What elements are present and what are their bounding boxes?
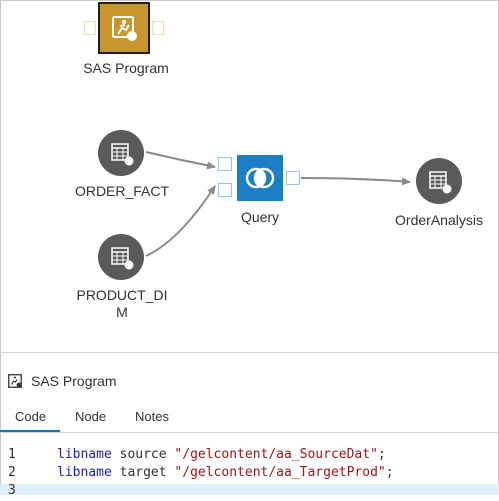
table-icon	[111, 143, 134, 166]
query-in-port-1[interactable]	[218, 157, 232, 171]
edge-order-fact-to-query	[145, 151, 216, 170]
program-icon	[8, 374, 22, 388]
table-icon	[111, 247, 134, 270]
panel-divider	[0, 352, 499, 353]
query-box[interactable]	[237, 155, 283, 201]
edge-query-to-order-analysis	[300, 177, 411, 186]
keyword-token: libname	[57, 447, 112, 462]
table-icon	[429, 171, 452, 194]
end-token: ;	[377, 447, 386, 462]
ident-token: target	[111, 465, 175, 480]
order-analysis-label: OrderAnalysis	[395, 212, 483, 228]
product-dim-label-line2: M	[116, 304, 128, 320]
order-analysis-node[interactable]	[416, 158, 462, 204]
product-dim-label-line1: PRODUCT_DI	[76, 287, 168, 303]
query-label: Query	[240, 209, 280, 225]
line-number: 2	[8, 465, 16, 480]
sas-program-in-port[interactable]	[84, 21, 96, 35]
sas-program-node[interactable]	[84, 1, 168, 55]
panel-title: SAS Program	[31, 373, 117, 389]
string-token: "/gelcontent/aa_SourceDat"	[174, 447, 378, 462]
sas-program-box[interactable]	[98, 2, 150, 54]
query-out-port[interactable]	[286, 171, 300, 185]
query-in-port-2[interactable]	[218, 183, 232, 197]
end-token: ;	[385, 465, 394, 480]
code-line[interactable]: 1 libname source "/gelcontent/aa_SourceD…	[0, 447, 499, 465]
tabs-divider	[0, 432, 499, 433]
code-text: libname source "/gelcontent/aa_SourceDat…	[57, 447, 386, 462]
program-runner-icon	[112, 16, 137, 41]
sas-program-label: SAS Program	[83, 60, 169, 76]
code-text: libname target "/gelcontent/aa_TargetPro…	[57, 465, 394, 480]
product-dim-label: PRODUCT_DI M	[62, 287, 182, 321]
string-token: "/gelcontent/aa_TargetProd"	[174, 465, 386, 480]
tab-notes[interactable]: Notes	[135, 409, 169, 424]
join-icon	[245, 167, 275, 189]
line-number: 1	[8, 447, 16, 462]
order-fact-node[interactable]	[98, 130, 144, 176]
line-number: 3	[8, 483, 16, 498]
ident-token: source	[111, 447, 175, 462]
keyword-token: libname	[57, 465, 112, 480]
flow-canvas[interactable]: SAS Program ORDER_FACT PRODUCT_DI M Quer…	[0, 0, 499, 352]
query-node[interactable]	[218, 155, 302, 205]
code-line[interactable]: 3	[0, 483, 499, 501]
order-fact-label: ORDER_FACT	[74, 183, 170, 199]
tab-node[interactable]: Node	[75, 409, 106, 424]
panel-tabs: Code Node Notes	[0, 402, 499, 432]
sas-program-out-port[interactable]	[152, 21, 164, 35]
tab-code[interactable]: Code	[15, 409, 46, 424]
code-line[interactable]: 2 libname target "/gelcontent/aa_TargetP…	[0, 465, 499, 483]
product-dim-node[interactable]	[98, 234, 144, 280]
